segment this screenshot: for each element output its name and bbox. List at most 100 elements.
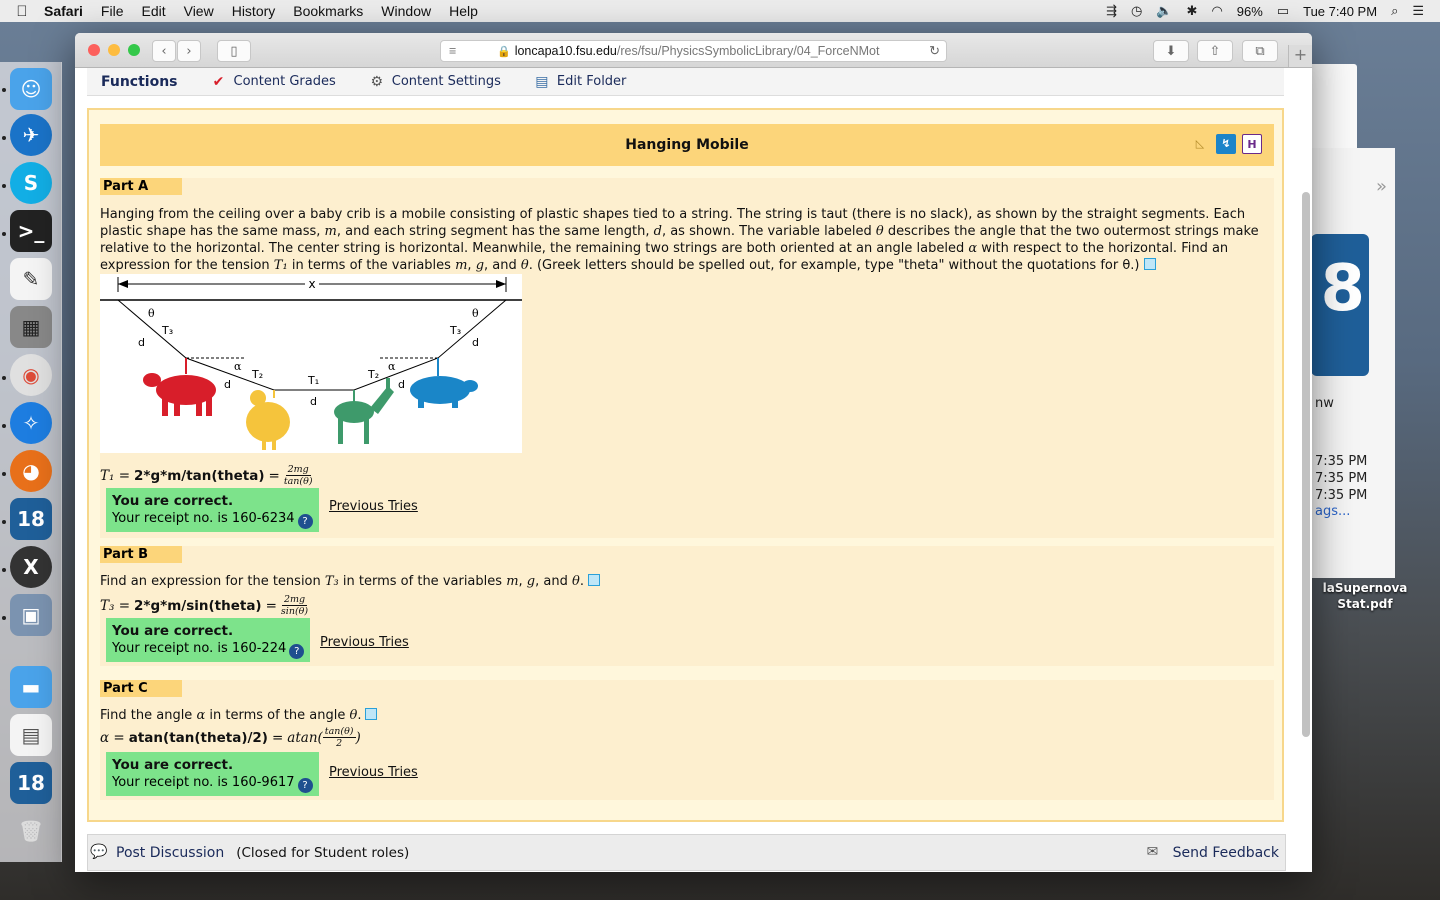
var-theta: θ <box>349 708 358 723</box>
share-button[interactable]: ⇧ <box>1197 40 1233 62</box>
menu-safari[interactable]: Safari <box>44 3 83 19</box>
document-thumbnail-icon[interactable]: ▤ <box>10 714 52 756</box>
previous-tries-link[interactable]: Previous Tries <box>320 635 409 650</box>
help-icon[interactable]: ? <box>289 644 305 659</box>
time-machine-icon[interactable]: ◷ <box>1131 3 1142 19</box>
fraction-denominator: sin(θ) <box>280 606 309 617</box>
reload-icon[interactable]: ↻ <box>929 43 940 59</box>
content-grades-link[interactable]: ✔ Content Grades <box>210 74 336 90</box>
var-g: g <box>526 574 536 589</box>
chart-icon[interactable]: ↯ <box>1216 134 1236 154</box>
running-indicator <box>2 232 6 236</box>
downloads-button[interactable]: ⬇ <box>1153 40 1189 62</box>
note-icon[interactable] <box>1143 258 1156 270</box>
folder-icon[interactable]: ▬ <box>10 666 52 708</box>
content-settings-link[interactable]: ⚙ Content Settings <box>368 74 500 90</box>
terminal-icon[interactable]: >_ <box>10 210 52 252</box>
apple-menu-icon[interactable]:  <box>0 3 44 20</box>
functions-bar: Functions ✔ Content Grades ⚙ Content Set… <box>87 68 1284 96</box>
question-text: describes the angle that the two outermo… <box>887 224 1259 239</box>
previous-tries-link[interactable]: Previous Tries <box>329 765 418 780</box>
background-time: 7:35 PM <box>1315 454 1368 469</box>
tabs-overview-button[interactable]: ⧉ <box>1242 40 1278 62</box>
battery-percent[interactable]: 96% <box>1237 4 1263 19</box>
calculator-icon[interactable]: ▦ <box>10 306 52 348</box>
safari-icon[interactable]: ✧ <box>10 402 52 444</box>
note-icon[interactable] <box>587 574 600 586</box>
app-18-icon[interactable]: 18 <box>10 762 52 804</box>
help-icon[interactable]: ? <box>297 514 313 529</box>
close-window-button[interactable] <box>88 44 100 56</box>
chrome-icon[interactable]: ◉ <box>10 354 52 396</box>
question-text: in terms of the variables <box>342 574 503 589</box>
menu-edit[interactable]: Edit <box>141 3 165 19</box>
menu-view[interactable]: View <box>184 3 214 19</box>
menu-help[interactable]: Help <box>449 3 478 19</box>
reader-icon[interactable]: ≡ <box>449 44 456 58</box>
functions-title: Functions <box>101 73 178 90</box>
note-icon[interactable] <box>365 708 378 720</box>
question-text: , as shown. The variable labeled <box>661 224 872 239</box>
airplay-icon[interactable]: ⇶ <box>1106 3 1117 19</box>
question-line: Hanging from the ceiling over a baby cri… <box>100 207 1246 222</box>
running-indicator <box>2 616 6 620</box>
chevron-left-icon: ‹ <box>161 43 167 59</box>
equals-sign: = <box>271 729 284 746</box>
preview-icon[interactable]: ▣ <box>10 594 52 636</box>
send-feedback-link[interactable]: ✉ Send Feedback <box>1145 844 1279 862</box>
question-text: , and <box>535 574 568 589</box>
fraction-numerator: 2mg <box>281 594 308 606</box>
sidebar-button[interactable]: ▯ <box>217 40 251 62</box>
fraction-denominator: 2 <box>336 738 343 749</box>
zoom-window-button[interactable] <box>128 44 140 56</box>
mail-icon[interactable]: ✈ <box>10 114 52 156</box>
battery-icon[interactable]: ▭ <box>1277 3 1289 19</box>
label-t3: T₃ <box>449 324 461 337</box>
feedback-icon: ✉ <box>1146 843 1159 860</box>
skype-icon[interactable]: S <box>10 162 52 204</box>
previous-tries-link[interactable]: Previous Tries <box>329 499 418 514</box>
spotlight-search-icon[interactable]: ⌕ <box>1391 3 1398 19</box>
mobile-diagram: x θ θ T₃ T₃ d d α α T₂ T₂ d d T₁ d <box>100 277 522 450</box>
post-discussion-link[interactable]: Post Discussion <box>116 845 224 861</box>
menu-window[interactable]: Window <box>381 3 431 19</box>
correct-message: You are correct. <box>112 493 234 509</box>
edit-folder-link[interactable]: ▤ Edit Folder <box>533 74 626 90</box>
correct-feedback: You are correct. Your receipt no. is 160… <box>106 752 319 796</box>
chevron-right-icon[interactable]: » <box>1376 176 1387 197</box>
help-icon[interactable]: ? <box>297 778 313 793</box>
arrow-head <box>118 280 128 288</box>
part-b-answer: T₃ = 2*g*m/sin(theta) = 2mg sin(θ) <box>100 594 308 617</box>
var-m: m <box>455 258 468 273</box>
trash-icon[interactable]: 🗑 <box>10 810 52 852</box>
firefox-icon[interactable]: ◕ <box>10 450 52 492</box>
menu-bookmarks[interactable]: Bookmarks <box>293 3 363 19</box>
menu-history[interactable]: History <box>232 3 276 19</box>
bluetooth-icon[interactable]: ✱ <box>1187 3 1198 19</box>
donkey-icon <box>334 378 394 444</box>
label-theta: θ <box>148 307 155 320</box>
triangle-ruler-icon[interactable]: ◺ <box>1190 134 1210 154</box>
label-alpha: α <box>388 360 396 373</box>
back-button[interactable]: ‹ <box>152 40 176 62</box>
menu-clock[interactable]: Tue 7:40 PM <box>1303 4 1377 19</box>
scrollbar[interactable] <box>1302 192 1310 737</box>
finder-icon[interactable]: ☺ <box>10 68 52 110</box>
menu-file[interactable]: File <box>101 3 124 19</box>
desktop-file-label[interactable]: laSupernova Stat.pdf <box>1320 580 1410 612</box>
forward-button[interactable]: › <box>177 40 201 62</box>
x11-icon[interactable]: X <box>10 546 52 588</box>
help-h-icon[interactable]: H <box>1242 134 1262 154</box>
minimize-window-button[interactable] <box>108 44 120 56</box>
new-tab-button[interactable]: + <box>1288 45 1312 67</box>
question-text: Find the angle <box>100 708 193 723</box>
address-bar[interactable]: ≡ 🔒 loncapa10.fsu.edu /res/fsu/PhysicsSy… <box>440 40 947 62</box>
background-tags-link[interactable]: ags... <box>1315 504 1350 519</box>
notification-center-icon[interactable]: ☰ <box>1412 3 1424 19</box>
textedit-icon[interactable]: ✎ <box>10 258 52 300</box>
label-alpha: α <box>234 360 242 373</box>
wifi-icon[interactable]: ◠ <box>1211 3 1222 19</box>
volume-icon[interactable]: 🔈 <box>1156 3 1172 19</box>
app-18-icon[interactable]: 18 <box>10 498 52 540</box>
fraction-denominator: tan(θ) <box>283 476 313 487</box>
